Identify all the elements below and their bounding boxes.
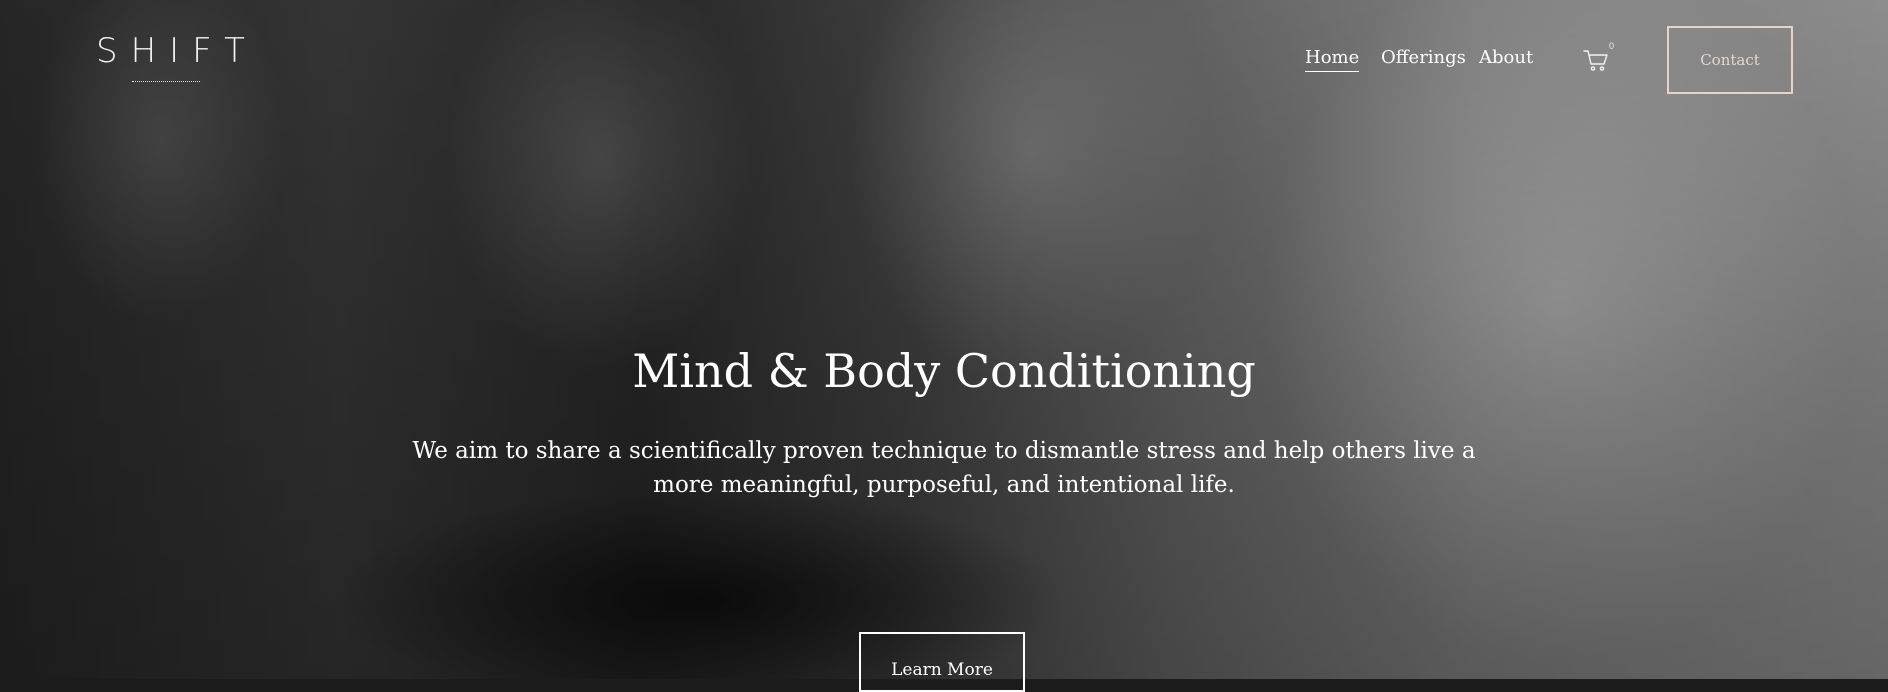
nav-home[interactable]: Home bbox=[1305, 47, 1360, 72]
hero-description: We aim to share a scientifically proven … bbox=[412, 438, 1476, 498]
hero-background-image bbox=[0, 0, 1888, 679]
hero-title: Mind & Body Conditioning bbox=[632, 344, 1256, 398]
site-logo[interactable]: SHIFT bbox=[96, 34, 258, 68]
cart-count: 0 bbox=[1609, 41, 1615, 51]
contact-button[interactable]: Contact bbox=[1667, 26, 1793, 94]
nav-offerings[interactable]: Offerings bbox=[1381, 47, 1466, 69]
nav-about[interactable]: About bbox=[1479, 47, 1533, 69]
learn-more-button[interactable]: Learn More bbox=[859, 632, 1025, 692]
logo-underline bbox=[132, 81, 200, 82]
hero-overlay bbox=[0, 0, 1888, 679]
shopping-cart-icon[interactable] bbox=[1582, 46, 1610, 74]
